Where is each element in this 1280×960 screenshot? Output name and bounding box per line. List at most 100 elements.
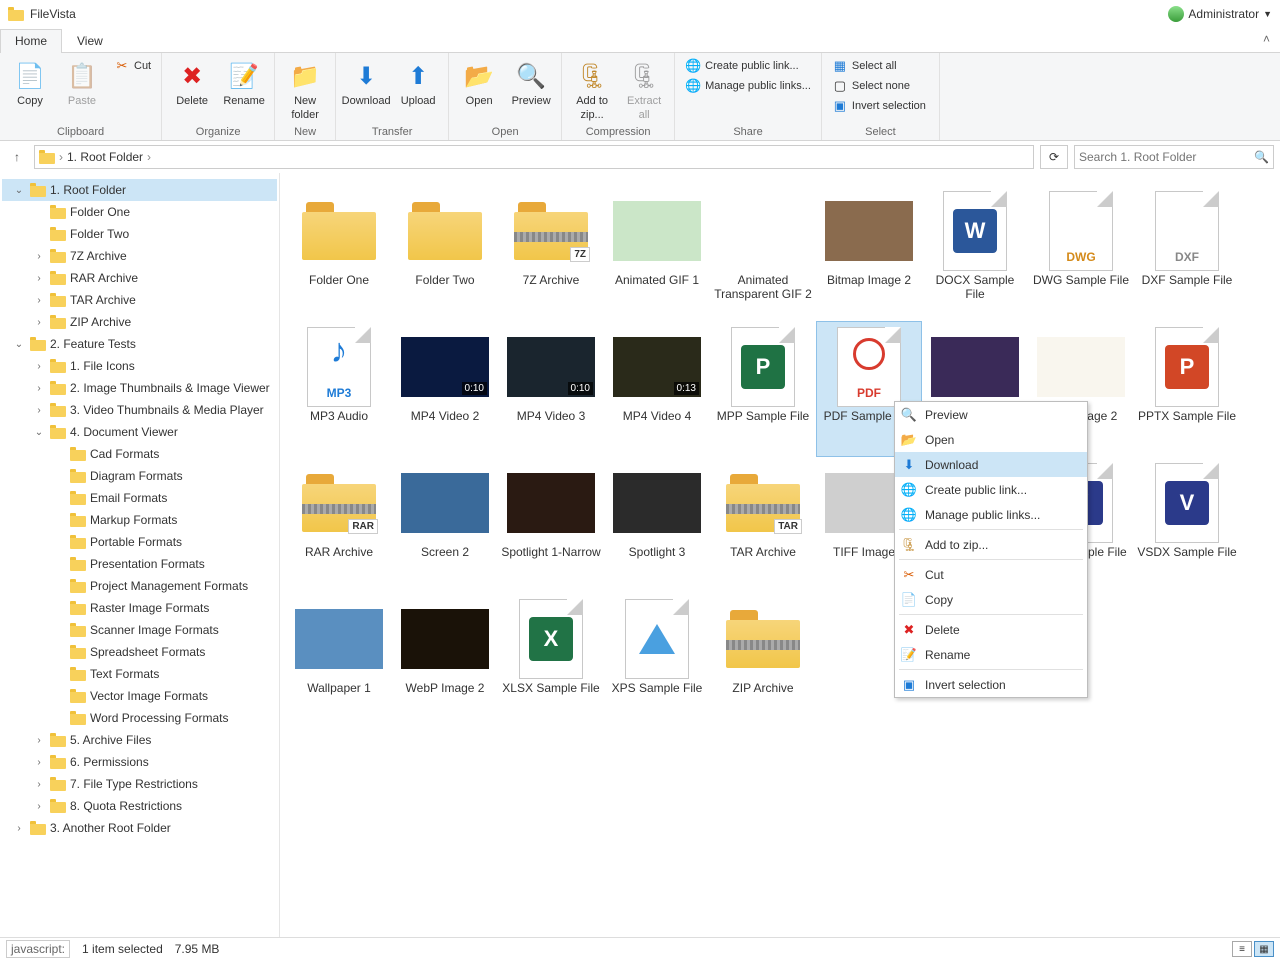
tree-expander-icon[interactable]: › (32, 779, 46, 790)
tree-item[interactable]: Vector Image Formats (2, 685, 277, 707)
file-item[interactable]: Spotlight 3 (604, 457, 710, 593)
view-thumbnails-button[interactable]: ▦ (1254, 941, 1274, 957)
file-item[interactable]: MP3♪MP3 Audio (286, 321, 392, 457)
ctx-preview[interactable]: 🔍Preview (895, 402, 1087, 427)
paste-button[interactable]: 📋 Paste (58, 57, 106, 123)
tab-home[interactable]: Home (0, 29, 62, 53)
select-all-button[interactable]: ▦ Select all (828, 57, 930, 75)
refresh-button[interactable]: ⟳ (1040, 145, 1068, 169)
file-item[interactable]: Folder Two (392, 185, 498, 321)
tree-item[interactable]: Spreadsheet Formats (2, 641, 277, 663)
ctx-invert-selection[interactable]: ▣Invert selection (895, 672, 1087, 697)
file-item[interactable]: 7Z7Z Archive (498, 185, 604, 321)
tree-item[interactable]: ›TAR Archive (2, 289, 277, 311)
file-item[interactable]: RARRAR Archive (286, 457, 392, 593)
file-item[interactable]: PPPTX Sample File (1134, 321, 1240, 457)
tree-item[interactable]: ›3. Another Root Folder (2, 817, 277, 839)
tree-expander-icon[interactable]: › (32, 273, 46, 284)
ctx-open[interactable]: 📂Open (895, 427, 1087, 452)
tree-expander-icon[interactable]: › (32, 251, 46, 262)
tree-item[interactable]: ›8. Quota Restrictions (2, 795, 277, 817)
tree-item[interactable]: ›RAR Archive (2, 267, 277, 289)
file-grid[interactable]: Folder OneFolder Two7Z7Z ArchiveAnimated… (280, 173, 1280, 937)
file-item[interactable]: Animated Transparent GIF 2 (710, 185, 816, 321)
folder-tree[interactable]: ⌄1. Root FolderFolder OneFolder Two›7Z A… (0, 173, 280, 937)
tree-item[interactable]: ›2. Image Thumbnails & Image Viewer (2, 377, 277, 399)
file-item[interactable]: WebP Image 2 (392, 593, 498, 729)
tree-expander-icon[interactable]: ⌄ (12, 339, 26, 350)
tree-item[interactable]: ⌄2. Feature Tests (2, 333, 277, 355)
ctx-download[interactable]: ⬇Download (895, 452, 1087, 477)
tree-item[interactable]: Cad Formats (2, 443, 277, 465)
tree-item[interactable]: Portable Formats (2, 531, 277, 553)
tree-expander-icon[interactable]: › (32, 757, 46, 768)
manage-public-links-button[interactable]: 🌐 Manage public links... (681, 77, 815, 95)
tree-item[interactable]: ⌄1. Root Folder (2, 179, 277, 201)
add-to-zip-button[interactable]: 🗜 Add to zip... (568, 57, 616, 123)
tree-item[interactable]: ›1. File Icons (2, 355, 277, 377)
tree-item[interactable]: ›7Z Archive (2, 245, 277, 267)
tree-item[interactable]: ⌄4. Document Viewer (2, 421, 277, 443)
preview-button[interactable]: 🔍 Preview (507, 57, 555, 123)
ctx-create-public-link[interactable]: 🌐Create public link... (895, 477, 1087, 502)
download-button[interactable]: ⬇ Download (342, 57, 390, 123)
ctx-delete[interactable]: ✖Delete (895, 617, 1087, 642)
file-item[interactable]: XPS Sample File (604, 593, 710, 729)
tree-expander-icon[interactable]: ⌄ (12, 185, 26, 196)
tree-item[interactable]: Markup Formats (2, 509, 277, 531)
new-folder-button[interactable]: 📁 New folder (281, 57, 329, 123)
cut-button[interactable]: ✂ Cut (110, 57, 155, 75)
tree-expander-icon[interactable]: › (32, 295, 46, 306)
tree-item[interactable]: ›ZIP Archive (2, 311, 277, 333)
delete-button[interactable]: ✖ Delete (168, 57, 216, 123)
search-input[interactable] (1079, 150, 1254, 164)
select-none-button[interactable]: ▢ Select none (828, 77, 930, 95)
file-item[interactable]: TARTAR Archive (710, 457, 816, 593)
search-box[interactable]: 🔍 (1074, 145, 1274, 169)
tree-item[interactable]: Folder One (2, 201, 277, 223)
collapse-ribbon-button[interactable]: ˄ (1253, 28, 1280, 52)
tree-expander-icon[interactable]: › (32, 801, 46, 812)
upload-button[interactable]: ⬆ Upload (394, 57, 442, 123)
file-item[interactable]: WDOCX Sample File (922, 185, 1028, 321)
view-details-button[interactable]: ≡ (1232, 941, 1252, 957)
tree-expander-icon[interactable]: › (32, 405, 46, 416)
tree-item[interactable]: ›5. Archive Files (2, 729, 277, 751)
ctx-rename[interactable]: 📝Rename (895, 642, 1087, 667)
tree-item[interactable]: Text Formats (2, 663, 277, 685)
nav-up-button[interactable]: ↑ (6, 146, 28, 168)
tree-item[interactable]: Presentation Formats (2, 553, 277, 575)
ctx-cut[interactable]: ✂Cut (895, 562, 1087, 587)
tree-item[interactable]: Folder Two (2, 223, 277, 245)
file-item[interactable]: DWGDWG Sample File (1028, 185, 1134, 321)
tree-expander-icon[interactable]: › (32, 383, 46, 394)
tree-expander-icon[interactable]: › (32, 317, 46, 328)
copy-button[interactable]: 📄 Copy (6, 57, 54, 123)
breadcrumb-root[interactable]: 1. Root Folder (67, 150, 143, 164)
file-item[interactable]: VVSDX Sample File (1134, 457, 1240, 593)
file-item[interactable]: PMPP Sample File (710, 321, 816, 457)
file-item[interactable]: DXFDXF Sample File (1134, 185, 1240, 321)
ctx-manage-public-links[interactable]: 🌐Manage public links... (895, 502, 1087, 527)
tree-item[interactable]: Diagram Formats (2, 465, 277, 487)
invert-selection-button[interactable]: ▣ Invert selection (828, 97, 930, 115)
tab-view[interactable]: View (62, 29, 118, 53)
ctx-add-to-zip[interactable]: 🗜Add to zip... (895, 532, 1087, 557)
file-item[interactable]: ZIP Archive (710, 593, 816, 729)
file-item[interactable]: Spotlight 1-Narrow (498, 457, 604, 593)
file-item[interactable]: XXLSX Sample File (498, 593, 604, 729)
tree-item[interactable]: ›3. Video Thumbnails & Media Player (2, 399, 277, 421)
create-public-link-button[interactable]: 🌐 Create public link... (681, 57, 815, 75)
file-item[interactable]: Animated GIF 1 (604, 185, 710, 321)
open-button[interactable]: 📂 Open (455, 57, 503, 123)
tree-item[interactable]: ›7. File Type Restrictions (2, 773, 277, 795)
tree-item[interactable]: Email Formats (2, 487, 277, 509)
file-item[interactable]: Bitmap Image 2 (816, 185, 922, 321)
tree-item[interactable]: ›6. Permissions (2, 751, 277, 773)
file-item[interactable]: 0:10MP4 Video 2 (392, 321, 498, 457)
tree-expander-icon[interactable]: › (12, 823, 26, 834)
file-item[interactable]: Wallpaper 1 (286, 593, 392, 729)
tree-expander-icon[interactable]: › (32, 735, 46, 746)
ctx-copy[interactable]: 📄Copy (895, 587, 1087, 612)
tree-item[interactable]: Scanner Image Formats (2, 619, 277, 641)
